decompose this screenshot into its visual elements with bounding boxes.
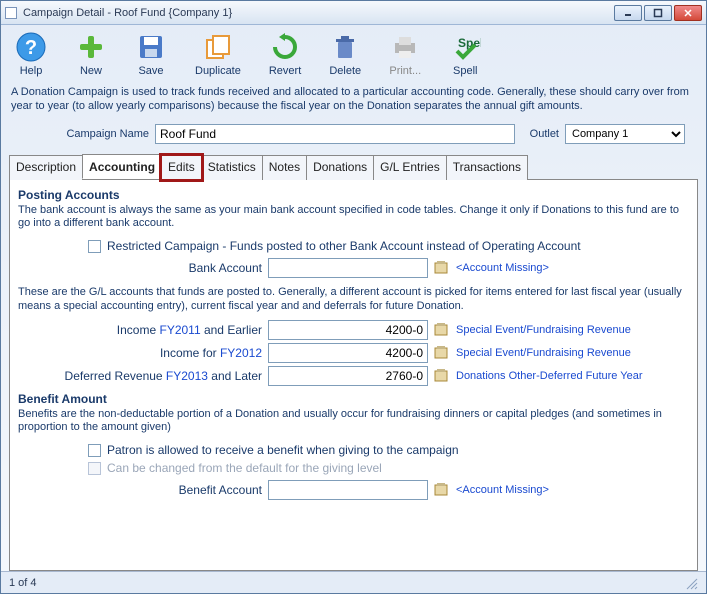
- restricted-campaign-checkbox[interactable]: [88, 240, 101, 253]
- outlet-label: Outlet: [515, 128, 565, 140]
- delete-label: Delete: [329, 65, 361, 77]
- body-area: A Donation Campaign is used to track fun…: [1, 79, 706, 571]
- bank-account-label: Bank Account: [18, 261, 268, 275]
- lookup-icon[interactable]: [433, 367, 451, 385]
- lookup-icon[interactable]: [433, 344, 451, 362]
- deferred-revenue-account-link[interactable]: Donations Other-Deferred Future Year: [456, 370, 643, 382]
- spell-button[interactable]: Spell Spell: [449, 31, 481, 77]
- income-prior-label: Income FY2011 and Earlier: [18, 323, 268, 337]
- income-prior-input[interactable]: [268, 320, 428, 340]
- tab-panel-accounting: Posting Accounts The bank account is alw…: [9, 180, 698, 571]
- tab-description[interactable]: Description: [9, 155, 83, 180]
- lookup-icon[interactable]: [433, 321, 451, 339]
- bank-account-input[interactable]: [268, 258, 428, 278]
- income-current-input[interactable]: [268, 343, 428, 363]
- fiscal-year-link[interactable]: FY2013: [166, 369, 208, 383]
- printer-icon: [389, 31, 421, 63]
- restricted-campaign-row: Restricted Campaign - Funds posted to ot…: [18, 237, 689, 255]
- tab-strip: Description Accounting Edits Statistics …: [9, 154, 698, 180]
- benefit-account-row: Benefit Account <Account Missing>: [18, 480, 689, 500]
- tab-transactions[interactable]: Transactions: [446, 155, 528, 180]
- intro-text: A Donation Campaign is used to track fun…: [9, 83, 698, 124]
- window-frame: Campaign Detail - Roof Fund {Company 1} …: [0, 0, 707, 594]
- income-current-account-link[interactable]: Special Event/Fundraising Revenue: [456, 347, 631, 359]
- tab-edits[interactable]: Edits: [161, 155, 202, 180]
- benefit-account-label: Benefit Account: [18, 483, 268, 497]
- tab-statistics[interactable]: Statistics: [201, 155, 263, 180]
- toolbar: ? Help New Save Duplicate Revert Delete …: [1, 25, 706, 79]
- posting-accounts-desc: The bank account is always the same as y…: [18, 204, 689, 232]
- bank-account-missing-link[interactable]: <Account Missing>: [456, 262, 549, 274]
- resize-grip[interactable]: [684, 576, 698, 590]
- revert-button[interactable]: Revert: [269, 31, 301, 77]
- help-icon: ?: [15, 31, 47, 63]
- restricted-campaign-label: Restricted Campaign - Funds posted to ot…: [107, 239, 581, 253]
- maximize-button[interactable]: [644, 5, 672, 21]
- tab-accounting[interactable]: Accounting: [82, 154, 162, 179]
- lookup-icon[interactable]: [433, 259, 451, 277]
- income-current-row: Income for FY2012 Special Event/Fundrais…: [18, 343, 689, 363]
- income-prior-row: Income FY2011 and Earlier Special Event/…: [18, 320, 689, 340]
- benefit-change-row: Can be changed from the default for the …: [18, 459, 689, 477]
- trash-icon: [329, 31, 361, 63]
- benefit-allow-row: Patron is allowed to receive a benefit w…: [18, 441, 689, 459]
- campaign-name-input[interactable]: [155, 124, 515, 144]
- print-label: Print...: [389, 65, 421, 77]
- revert-icon: [269, 31, 301, 63]
- gl-desc: These are the G/L accounts that funds ar…: [18, 286, 689, 314]
- spell-label: Spell: [453, 65, 477, 77]
- deferred-revenue-label: Deferred Revenue FY2013 and Later: [18, 369, 268, 383]
- benefit-amount-desc: Benefits are the non-deductable portion …: [18, 408, 689, 436]
- window-controls: [614, 5, 702, 21]
- fiscal-year-link[interactable]: FY2011: [159, 323, 200, 337]
- tab-gl-entries[interactable]: G/L Entries: [373, 155, 447, 180]
- outlet-select[interactable]: Company 1: [565, 124, 685, 144]
- minimize-button[interactable]: [614, 5, 642, 21]
- statusbar: 1 of 4: [1, 571, 706, 593]
- deferred-revenue-row: Deferred Revenue FY2013 and Later Donati…: [18, 366, 689, 386]
- record-navigator: 1 of 4: [9, 577, 37, 589]
- lookup-icon[interactable]: [433, 481, 451, 499]
- svg-text:?: ?: [25, 37, 37, 59]
- benefit-account-input[interactable]: [268, 480, 428, 500]
- window-title: Campaign Detail - Roof Fund {Company 1}: [23, 7, 614, 19]
- close-button[interactable]: [674, 5, 702, 21]
- revert-label: Revert: [269, 65, 301, 77]
- deferred-revenue-input[interactable]: [268, 366, 428, 386]
- floppy-icon: [135, 31, 167, 63]
- income-prior-account-link[interactable]: Special Event/Fundraising Revenue: [456, 324, 631, 336]
- duplicate-icon: [202, 31, 234, 63]
- fiscal-year-link[interactable]: FY2012: [220, 346, 262, 360]
- campaign-name-row: Campaign Name Outlet Company 1: [9, 124, 698, 144]
- benefit-account-missing-link[interactable]: <Account Missing>: [456, 484, 549, 496]
- benefit-amount-title: Benefit Amount: [18, 392, 689, 406]
- duplicate-button[interactable]: Duplicate: [195, 31, 241, 77]
- spell-icon: Spell: [449, 31, 481, 63]
- print-button[interactable]: Print...: [389, 31, 421, 77]
- posting-accounts-title: Posting Accounts: [18, 188, 689, 202]
- save-label: Save: [138, 65, 163, 77]
- delete-button[interactable]: Delete: [329, 31, 361, 77]
- help-button[interactable]: ? Help: [15, 31, 47, 77]
- benefit-allow-label: Patron is allowed to receive a benefit w…: [107, 443, 459, 457]
- benefit-change-label: Can be changed from the default for the …: [107, 461, 382, 475]
- benefit-change-checkbox: [88, 462, 101, 475]
- benefit-allow-checkbox[interactable]: [88, 444, 101, 457]
- duplicate-label: Duplicate: [195, 65, 241, 77]
- income-current-label: Income for FY2012: [18, 346, 268, 360]
- new-button[interactable]: New: [75, 31, 107, 77]
- titlebar-checkbox[interactable]: [5, 7, 17, 19]
- tab-notes[interactable]: Notes: [262, 155, 307, 180]
- new-label: New: [80, 65, 102, 77]
- plus-icon: [75, 31, 107, 63]
- bank-account-row: Bank Account <Account Missing>: [18, 258, 689, 278]
- help-label: Help: [20, 65, 43, 77]
- save-button[interactable]: Save: [135, 31, 167, 77]
- campaign-name-label: Campaign Name: [9, 128, 155, 140]
- titlebar: Campaign Detail - Roof Fund {Company 1}: [1, 1, 706, 25]
- tab-donations[interactable]: Donations: [306, 155, 374, 180]
